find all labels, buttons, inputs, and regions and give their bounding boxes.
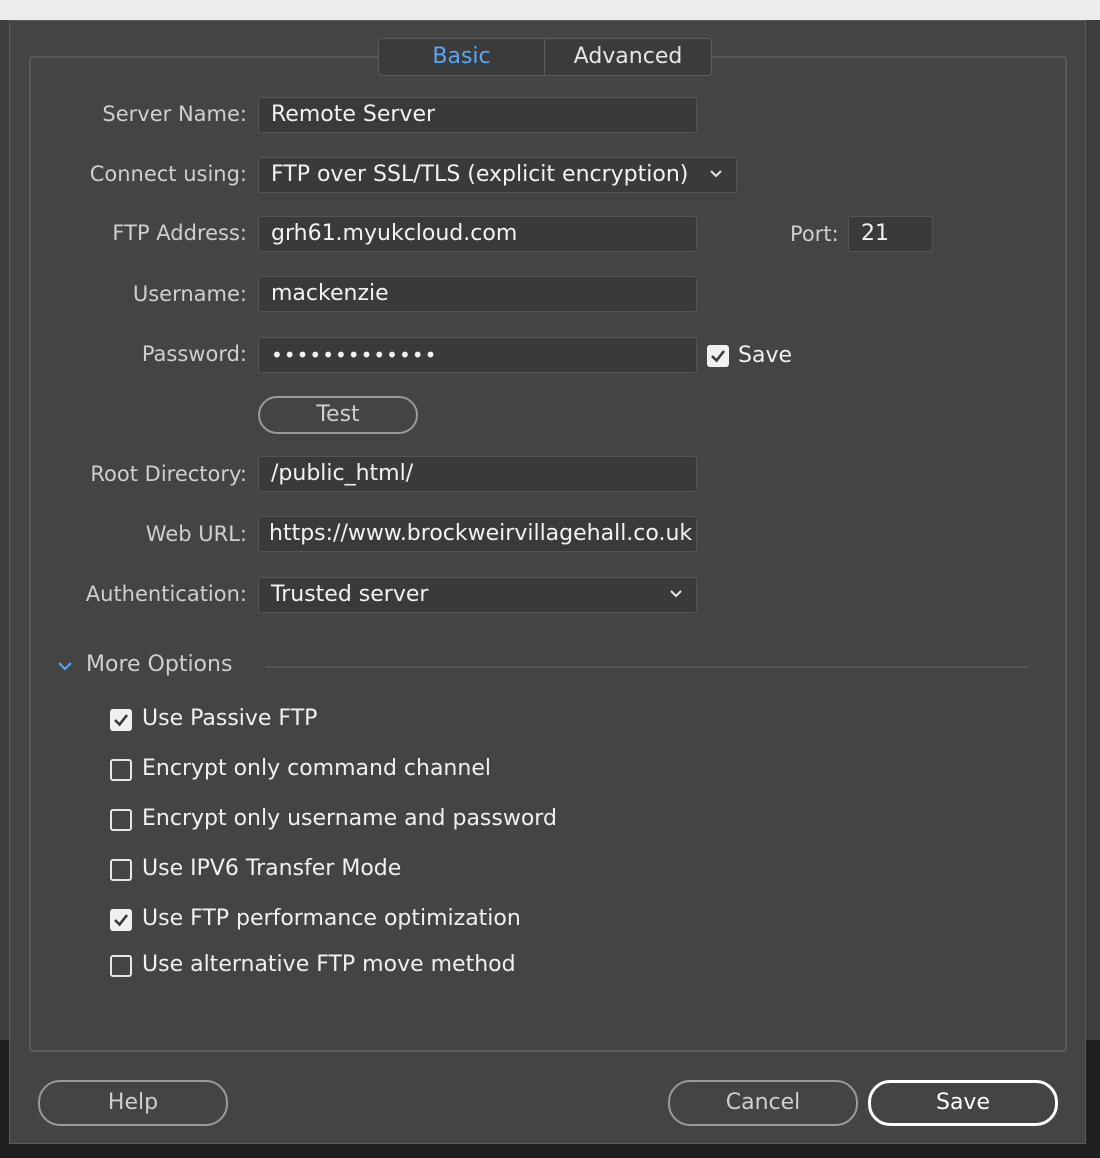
option-checkbox-performance[interactable] — [110, 909, 132, 931]
username-input[interactable]: mackenzie — [258, 276, 697, 312]
checkmark-icon — [114, 914, 129, 927]
option-label: Use Passive FTP — [142, 706, 318, 731]
option-checkbox-passive-ftp[interactable] — [110, 709, 132, 731]
option-checkbox-encrypt-credentials[interactable] — [110, 809, 132, 831]
connect-using-value: FTP over SSL/TLS (explicit encryption) — [271, 162, 689, 187]
help-button[interactable]: Help — [38, 1080, 228, 1126]
password-input[interactable]: ••••••••••••• — [258, 337, 697, 373]
server-name-input[interactable]: Remote Server — [258, 97, 697, 133]
tab-advanced[interactable]: Advanced — [545, 38, 712, 76]
ftp-address-input[interactable]: grh61.myukcloud.com — [258, 216, 697, 252]
connect-using-label: Connect using: — [89, 162, 247, 186]
disclosure-chevron-icon[interactable] — [56, 657, 74, 675]
window-title-bar — [0, 0, 1100, 20]
port-label: Port: — [790, 222, 839, 246]
checkmark-icon — [114, 714, 129, 727]
tab-basic[interactable]: Basic — [378, 38, 545, 76]
settings-panel — [29, 56, 1067, 1052]
option-checkbox-alt-move[interactable] — [110, 955, 132, 977]
cancel-button[interactable]: Cancel — [668, 1080, 858, 1126]
web-url-label: Web URL: — [145, 522, 247, 546]
option-label: Use FTP performance optimization — [142, 906, 521, 931]
authentication-label: Authentication: — [85, 582, 247, 606]
server-name-label: Server Name: — [102, 102, 247, 126]
checkmark-icon — [711, 350, 726, 363]
save-button[interactable]: Save — [868, 1080, 1058, 1126]
root-directory-label: Root Directory: — [90, 462, 247, 486]
authentication-select[interactable]: Trusted server — [258, 577, 697, 613]
more-options-divider — [266, 666, 1028, 668]
more-options-title[interactable]: More Options — [86, 652, 232, 677]
port-input[interactable]: 21 — [848, 216, 933, 252]
username-label: Username: — [132, 282, 247, 306]
save-password-label: Save — [738, 343, 793, 368]
test-button[interactable]: Test — [258, 396, 418, 434]
password-label: Password: — [141, 342, 247, 366]
ftp-address-label: FTP Address: — [112, 221, 247, 245]
option-checkbox-ipv6[interactable] — [110, 859, 132, 881]
option-label: Encrypt only command channel — [142, 756, 491, 781]
chevron-down-icon — [670, 590, 682, 598]
option-checkbox-encrypt-command[interactable] — [110, 759, 132, 781]
option-label: Use alternative FTP move method — [142, 952, 516, 977]
save-password-checkbox[interactable] — [707, 345, 729, 367]
chevron-down-icon — [710, 170, 722, 178]
option-label: Encrypt only username and password — [142, 806, 557, 831]
option-label: Use IPV6 Transfer Mode — [142, 856, 402, 881]
background-window-right — [1086, 20, 1100, 1158]
root-directory-input[interactable]: /public_html/ — [258, 456, 697, 492]
authentication-value: Trusted server — [271, 582, 429, 607]
web-url-input[interactable]: https://www.brockweirvillagehall.co.uk — [258, 516, 697, 552]
connect-using-select[interactable]: FTP over SSL/TLS (explicit encryption) — [258, 157, 737, 193]
tab-bar: Basic Advanced — [378, 38, 712, 76]
